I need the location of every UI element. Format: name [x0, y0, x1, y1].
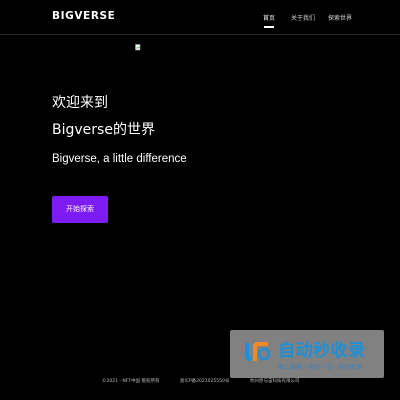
watermark-title: 自动秒收录	[278, 341, 366, 361]
page: BIGVERSE 首页 关于我们 探索世界 欢迎来到 Bigverse的世界 B…	[0, 0, 400, 400]
nav-active-indicator	[264, 26, 274, 28]
footer-icp-link[interactable]: 浙ICP备2021025550号	[180, 378, 229, 384]
hero-title-line1: 欢迎来到	[52, 95, 108, 111]
brand-logo[interactable]: BIGVERSE	[52, 10, 115, 22]
nav-item-about[interactable]: 关于我们	[291, 13, 315, 22]
broken-image-icon	[135, 44, 141, 51]
hero-title-line2: Bigverse的世界	[52, 122, 155, 138]
top-navbar: BIGVERSE 首页 关于我们 探索世界	[0, 0, 400, 35]
footer-company: 杭州原与宙科技有限公司	[250, 379, 300, 384]
footer-copyright: ©2021 - NFT中国 版权所有	[102, 379, 160, 384]
hero-subtitle: Bigverse, a little difference	[52, 153, 187, 165]
watermark-badge: 自动秒收录 做上链接一来访一次一自动收录	[230, 330, 384, 378]
nav-item-explore[interactable]: 探索世界	[328, 13, 352, 22]
start-explore-button[interactable]: 开始探索	[52, 196, 108, 223]
nav-item-home[interactable]: 首页	[263, 13, 275, 22]
watermark-logo-icon	[239, 342, 271, 361]
watermark-slogan: 做上链接一来访一次一自动收录	[278, 364, 363, 371]
